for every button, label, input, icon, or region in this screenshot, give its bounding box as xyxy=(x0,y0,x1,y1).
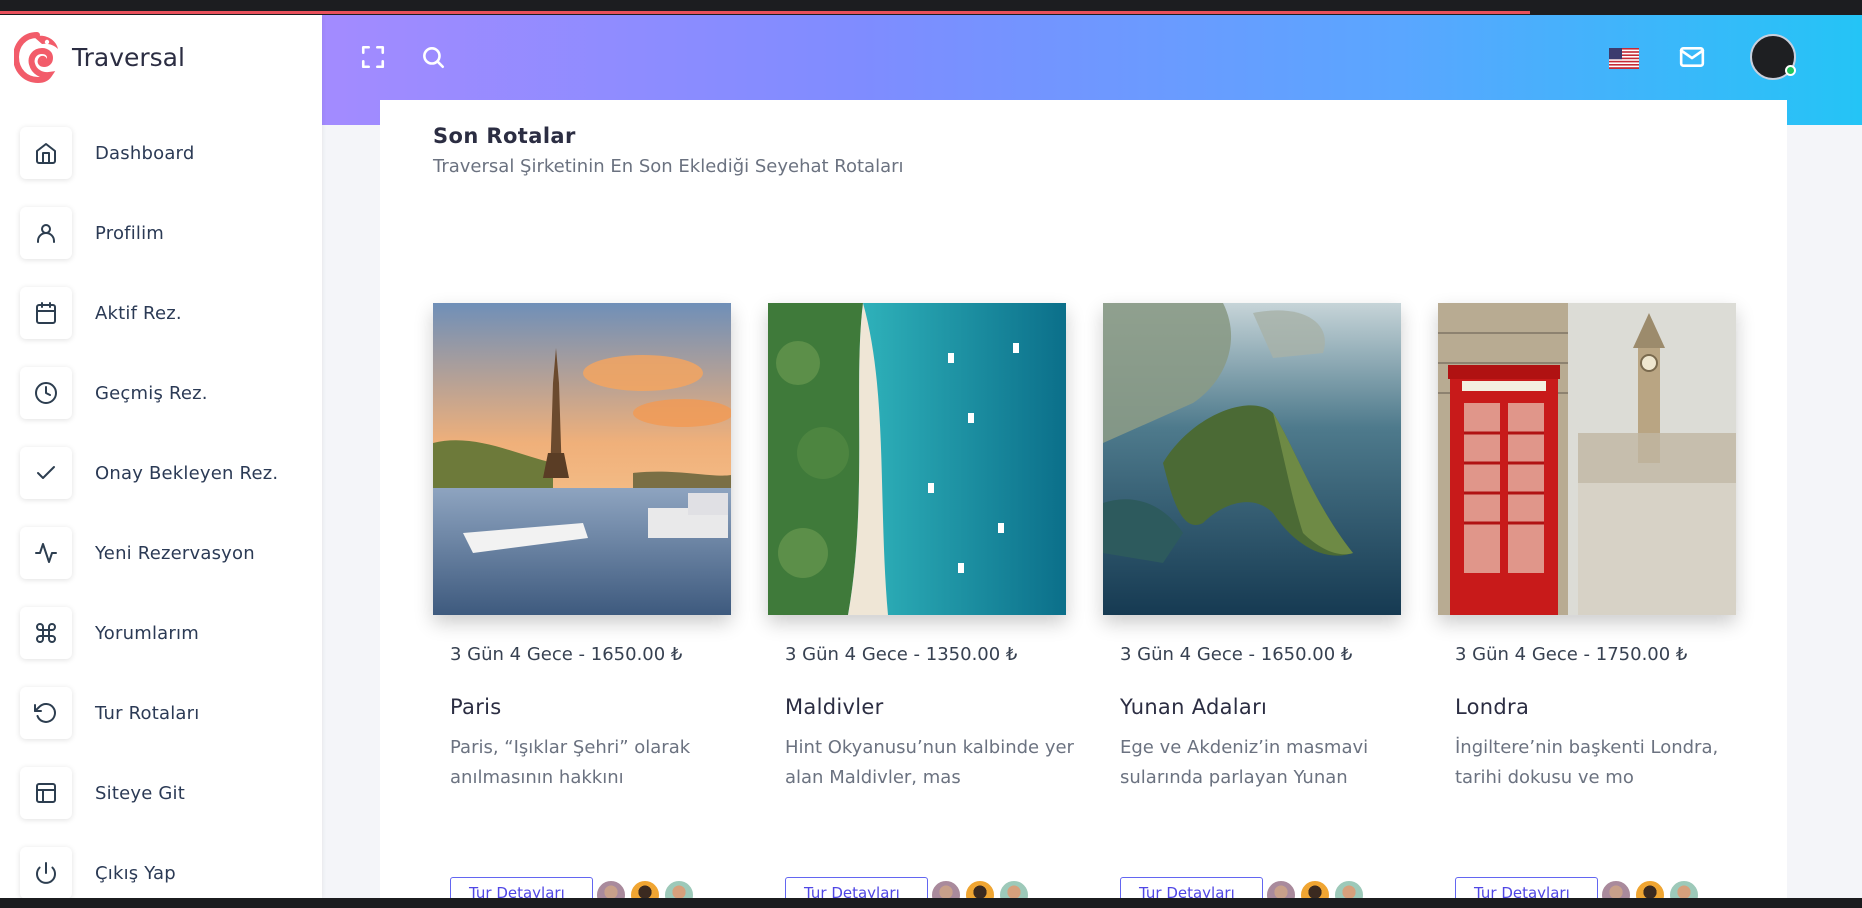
tour-card-maldives: 3 Gün 4 Gece - 1350.00 ₺ Maldivler Hint … xyxy=(768,303,1074,898)
avatar xyxy=(1265,879,1297,898)
sidebar-item-go-to-site[interactable]: Siteye Git xyxy=(20,753,278,833)
sidebar-item-active-reservations[interactable]: Aktif Rez. xyxy=(20,273,278,353)
tour-meta: 3 Gün 4 Gece - 1650.00 ₺ xyxy=(450,644,683,665)
tour-name: Yunan Adaları xyxy=(1120,695,1268,719)
avatar xyxy=(1299,879,1331,898)
sidebar-item-my-comments[interactable]: Yorumlarım xyxy=(20,593,278,673)
sidebar-item-label: Çıkış Yap xyxy=(95,862,176,884)
tour-description: İngiltere’nin başkenti Londra, tarihi do… xyxy=(1455,737,1719,788)
page-load-progress xyxy=(0,11,1530,14)
sidebar-item-logout[interactable]: Çıkış Yap xyxy=(20,833,278,898)
sidebar-item-profile[interactable]: Profilim xyxy=(20,193,278,273)
activity-icon xyxy=(20,527,72,579)
mail-icon[interactable] xyxy=(1674,39,1710,75)
participant-avatars xyxy=(595,879,697,898)
us-flag-icon[interactable] xyxy=(1609,48,1639,69)
participant-avatars xyxy=(1600,879,1702,898)
sidebar-item-label: Profilim xyxy=(95,222,165,244)
tour-photo-paris[interactable] xyxy=(433,303,731,615)
tour-meta: 3 Gün 4 Gece - 1350.00 ₺ xyxy=(785,644,1018,665)
search-icon[interactable] xyxy=(415,39,451,75)
avatar xyxy=(629,879,661,898)
sidebar-item-label: Aktif Rez. xyxy=(95,302,182,324)
paris-eiffel-image xyxy=(433,303,731,615)
sidebar-item-tour-routes[interactable]: Tur Rotaları xyxy=(20,673,278,753)
sidebar-item-past-reservations[interactable]: Geçmiş Rez. xyxy=(20,353,278,433)
tour-description: Paris, “Işıklar Şehri” olarak anılmasını… xyxy=(450,737,691,788)
avatar xyxy=(1668,879,1700,898)
chameleon-logo-icon xyxy=(14,32,58,83)
brand[interactable]: Traversal xyxy=(14,31,185,83)
sidebar-item-dashboard[interactable]: Dashboard xyxy=(20,113,278,193)
page-subtitle: Traversal Şirketinin En Son Eklediği Sey… xyxy=(433,156,904,177)
calendar-icon xyxy=(20,287,72,339)
user-icon xyxy=(20,207,72,259)
tour-card-london: 3 Gün 4 Gece - 1750.00 ₺ Londra İngilter… xyxy=(1438,303,1736,898)
greek-islands-cliff-image xyxy=(1103,303,1401,615)
user-avatar[interactable] xyxy=(1750,34,1796,80)
layout-icon xyxy=(20,767,72,819)
command-icon xyxy=(20,607,72,659)
sidebar-nav: Dashboard Profilim Aktif Rez. Geçmiş Rez… xyxy=(20,113,278,898)
latest-routes-card: Son Rotalar Traversal Şirketinin En Son … xyxy=(380,100,1787,898)
clock-icon xyxy=(20,367,72,419)
avatar xyxy=(1600,879,1632,898)
tour-meta: 3 Gün 4 Gece - 1750.00 ₺ xyxy=(1455,644,1688,665)
sidebar-item-label: Yeni Rezervasyon xyxy=(95,542,255,564)
avatar xyxy=(964,879,996,898)
avatar xyxy=(998,879,1030,898)
sidebar-item-label: Dashboard xyxy=(95,142,195,164)
tour-name: Paris xyxy=(450,695,502,719)
browser-top-strip xyxy=(0,0,1862,15)
fullscreen-icon[interactable] xyxy=(355,39,391,75)
tour-card-paris: 3 Gün 4 Gece - 1650.00 ₺ Paris Paris, “I… xyxy=(433,303,731,898)
tour-name: Maldivler xyxy=(785,695,884,719)
brand-name: Traversal xyxy=(72,42,185,72)
tour-details-button[interactable]: Tur Detayları xyxy=(1455,877,1598,898)
browser-bottom-strip xyxy=(0,898,1862,908)
tour-photo-maldives[interactable] xyxy=(768,303,1066,615)
online-status-dot xyxy=(1785,65,1796,76)
sidebar-item-label: Tur Rotaları xyxy=(95,702,200,724)
tour-details-button[interactable]: Tur Detayları xyxy=(1120,877,1263,898)
power-icon xyxy=(20,847,72,898)
rotate-ccw-icon xyxy=(20,687,72,739)
sidebar: Traversal Dashboard Profilim Aktif Rez. … xyxy=(0,15,322,898)
tour-card-greek-islands: 3 Gün 4 Gece - 1650.00 ₺ Yunan Adaları E… xyxy=(1103,303,1401,898)
sidebar-item-pending-reservations[interactable]: Onay Bekleyen Rez. xyxy=(20,433,278,513)
tour-description: Ege ve Akdeniz’in masmavi sularında parl… xyxy=(1120,737,1369,788)
home-icon xyxy=(20,127,72,179)
sidebar-item-label: Siteye Git xyxy=(95,782,186,804)
london-telephone-booth-image xyxy=(1438,303,1736,615)
tour-details-button[interactable]: Tur Detayları xyxy=(450,877,593,898)
tour-photo-london[interactable] xyxy=(1438,303,1736,615)
tour-photo-greek-islands[interactable] xyxy=(1103,303,1401,615)
tour-description: Hint Okyanusu’nun kalbinde yer alan Mald… xyxy=(785,737,1074,788)
maldives-beach-image xyxy=(768,303,1066,615)
avatar xyxy=(1634,879,1666,898)
tour-name: Londra xyxy=(1455,695,1530,719)
avatar xyxy=(930,879,962,898)
participant-avatars xyxy=(930,879,1032,898)
tour-meta: 3 Gün 4 Gece - 1650.00 ₺ xyxy=(1120,644,1353,665)
participant-avatars xyxy=(1265,879,1367,898)
check-icon xyxy=(20,447,72,499)
avatar xyxy=(663,879,695,898)
sidebar-item-label: Yorumlarım xyxy=(95,622,199,644)
sidebar-item-new-reservation[interactable]: Yeni Rezervasyon xyxy=(20,513,278,593)
avatar xyxy=(595,879,627,898)
app-window: Traversal Dashboard Profilim Aktif Rez. … xyxy=(0,15,1862,898)
avatar xyxy=(1333,879,1365,898)
page-title: Son Rotalar xyxy=(433,124,576,148)
sidebar-item-label: Geçmiş Rez. xyxy=(95,382,208,404)
tour-details-button[interactable]: Tur Detayları xyxy=(785,877,928,898)
sidebar-item-label: Onay Bekleyen Rez. xyxy=(95,462,279,484)
